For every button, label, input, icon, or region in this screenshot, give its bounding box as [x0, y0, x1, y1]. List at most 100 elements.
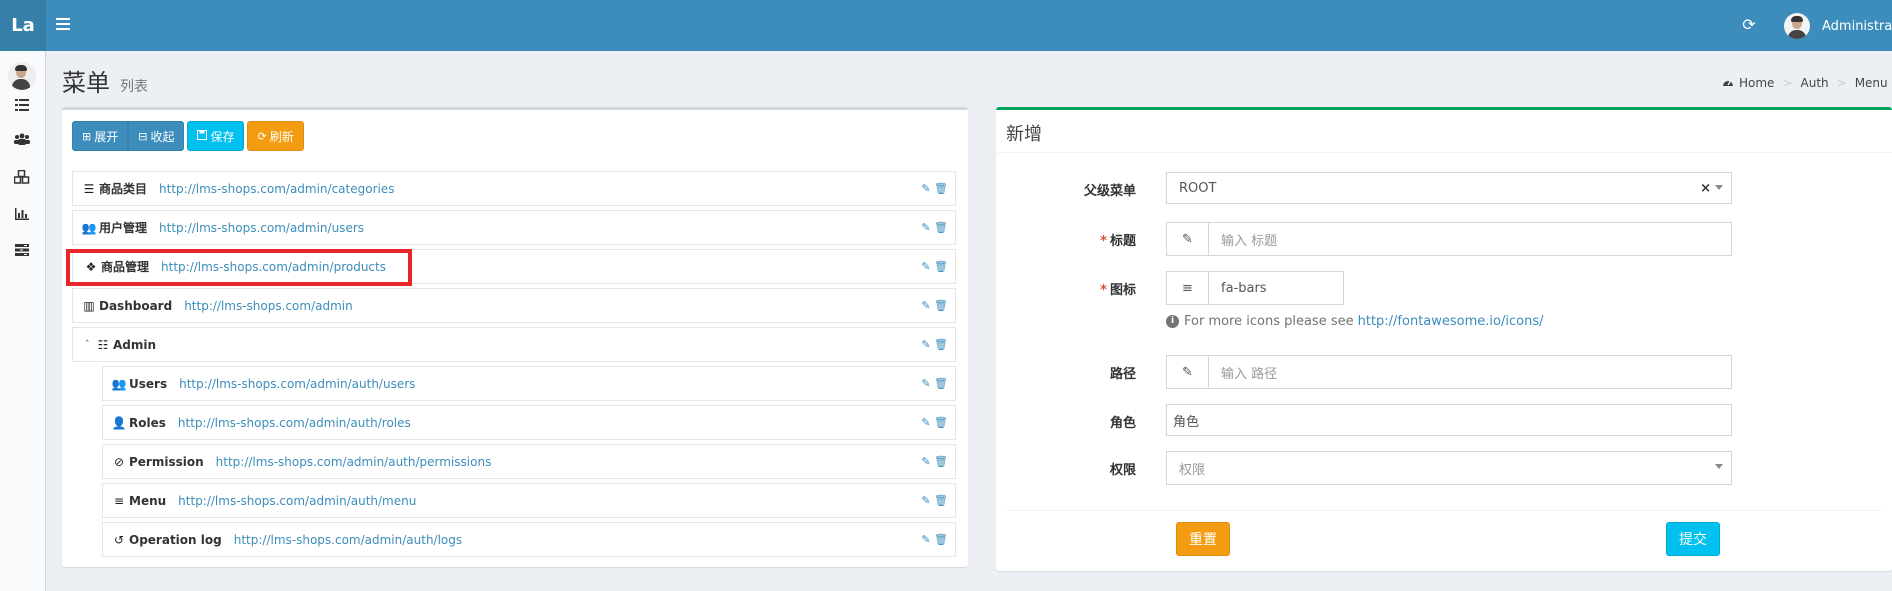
trash-icon[interactable]: 🗑 — [934, 455, 948, 468]
edit-icon[interactable]: ✎ — [920, 377, 932, 390]
reset-button[interactable]: 重置 — [1176, 522, 1230, 556]
tree-item-users[interactable]: 👥 用户管理 http://lms-shops.com/admin/users … — [72, 210, 956, 245]
edit-icon[interactable]: ✎ — [920, 455, 932, 468]
trash-icon[interactable]: 🗑 — [934, 416, 948, 429]
edit-icon[interactable]: ✎ — [920, 260, 932, 273]
tree-item-actions: ✎ 🗑 — [917, 377, 948, 390]
parent-menu-select[interactable]: ROOT × — [1166, 172, 1732, 204]
edit-icon[interactable]: ✎ — [920, 182, 932, 195]
tree-item-actions: ✎ 🗑 — [917, 416, 948, 429]
refresh-icon: ⟳ — [257, 129, 267, 143]
bar-chart-icon: ▥ — [83, 298, 95, 313]
users-icon[interactable] — [12, 131, 32, 147]
user-name: Administrator — [1822, 18, 1892, 34]
user-menu[interactable]: Administrator — [1784, 13, 1892, 39]
tree-item-actions: ✎ 🗑 — [917, 260, 948, 273]
trash-icon[interactable]: 🗑 — [934, 377, 948, 390]
collapse-button[interactable]: ⊟ 收起 — [128, 121, 185, 151]
role-select[interactable]: 角色 — [1166, 404, 1732, 436]
sidebar-avatar — [8, 62, 36, 90]
edit-icon[interactable]: ✎ — [920, 416, 932, 429]
menu-list-icon[interactable] — [12, 97, 32, 113]
parent-menu-label: 父级菜单 — [1083, 184, 1136, 199]
tree-item-auth-menu[interactable]: ≡ Menu http://lms-shops.com/admin/auth/m… — [102, 483, 956, 518]
tree-item-url[interactable]: http://lms-shops.com/admin/users — [159, 221, 364, 235]
bar-chart-icon[interactable] — [12, 206, 32, 222]
tree-item-auth-permissions[interactable]: ⊘ Permission http://lms-shops.com/admin/… — [102, 444, 956, 479]
user-icon: 👤 — [111, 415, 127, 430]
breadcrumb-menu: Menu — [1854, 76, 1888, 90]
edit-icon[interactable]: ✎ — [920, 338, 932, 351]
icon-help: i For more icons please see http://fonta… — [1166, 314, 1543, 329]
title-label: * 标题 — [1100, 234, 1136, 249]
tree-item-url[interactable]: http://lms-shops.com/admin — [184, 299, 353, 313]
submit-button[interactable]: 提交 — [1666, 522, 1720, 556]
breadcrumb-separator: > — [1836, 76, 1847, 90]
trash-icon[interactable]: 🗑 — [934, 260, 948, 273]
trash-icon[interactable]: 🗑 — [934, 221, 948, 234]
logo[interactable]: La — [0, 0, 46, 51]
collapse-caret-icon[interactable]: ˆ — [85, 340, 90, 350]
permission-label: 权限 — [1109, 463, 1136, 478]
path-input[interactable]: ✎ 输入 路径 — [1166, 355, 1732, 389]
tree-item-url[interactable]: http://lms-shops.com/admin/auth/logs — [234, 533, 462, 547]
trash-icon[interactable]: 🗑 — [934, 299, 948, 312]
tree-item-url[interactable]: http://lms-shops.com/admin/auth/users — [179, 377, 415, 391]
edit-icon[interactable]: ✎ — [920, 533, 932, 546]
tree-item-categories[interactable]: ☰ 商品类目 http://lms-shops.com/admin/catego… — [72, 171, 956, 206]
divider — [1006, 510, 1882, 511]
tree-item-url[interactable]: http://lms-shops.com/admin/auth/roles — [178, 416, 411, 430]
tree-item-url[interactable]: http://lms-shops.com/admin/products — [161, 260, 386, 274]
tree-item-dashboard[interactable]: ▥ Dashboard http://lms-shops.com/admin ✎… — [72, 288, 956, 323]
history-icon: ↺ — [113, 532, 125, 547]
trash-icon[interactable]: 🗑 — [934, 494, 948, 507]
pencil-icon: ✎ — [1167, 356, 1209, 388]
cubes-icon[interactable] — [12, 169, 32, 185]
tasks-icon[interactable] — [12, 242, 32, 258]
chevron-down-icon[interactable] — [1715, 185, 1723, 190]
save-button[interactable]: 保存 — [187, 121, 245, 151]
tree-item-actions: ✎ 🗑 — [917, 494, 948, 507]
tree-item-url[interactable]: http://lms-shops.com/admin/auth/menu — [178, 494, 416, 508]
clear-icon[interactable]: × — [1700, 181, 1711, 196]
tree-item-auth-logs[interactable]: ↺ Operation log http://lms-shops.com/adm… — [102, 522, 956, 557]
edit-icon[interactable]: ✎ — [920, 299, 932, 312]
tree-item-auth-users[interactable]: 👥 Users http://lms-shops.com/admin/auth/… — [102, 366, 956, 401]
icon-label: * 图标 — [1100, 283, 1136, 298]
tree-item-auth-roles[interactable]: 👤 Roles http://lms-shops.com/admin/auth/… — [102, 405, 956, 440]
breadcrumb-auth[interactable]: Auth — [1801, 76, 1829, 90]
sidebar-toggle-icon[interactable] — [56, 18, 70, 32]
trash-icon[interactable]: 🗑 — [934, 533, 948, 546]
title-input[interactable]: ✎ 输入 标题 — [1166, 222, 1732, 256]
chevron-down-icon[interactable] — [1715, 464, 1723, 469]
tree-item-actions: ✎ 🗑 — [917, 338, 948, 351]
edit-icon[interactable]: ✎ — [920, 221, 932, 234]
refresh-icon[interactable]: ⟳ — [1740, 16, 1758, 34]
minus-square-icon: ⊟ — [138, 129, 148, 143]
tree-item-admin[interactable]: ˆ ☷ Admin ✎ 🗑 — [72, 327, 956, 362]
tasks-icon: ☷ — [97, 337, 109, 352]
permission-select[interactable]: 权限 — [1166, 451, 1732, 485]
trash-icon[interactable]: 🗑 — [934, 182, 948, 195]
expand-button[interactable]: ⊞ 展开 — [72, 121, 129, 151]
trash-icon[interactable]: 🗑 — [934, 338, 948, 351]
breadcrumb-separator: > — [1782, 76, 1793, 90]
tree-item-products[interactable]: ❖ 商品管理 http://lms-shops.com/admin/produc… — [72, 249, 956, 284]
tree-item-url[interactable]: http://lms-shops.com/admin/categories — [159, 182, 394, 196]
edit-icon[interactable]: ✎ — [920, 494, 932, 507]
list-icon: ☰ — [83, 181, 95, 196]
dashboard-icon — [1722, 77, 1734, 90]
breadcrumb-home[interactable]: Home — [1739, 76, 1774, 90]
fontawesome-link[interactable]: http://fontawesome.io/icons/ — [1358, 314, 1544, 329]
content-header: 菜单 列表 — [62, 63, 148, 98]
ban-icon: ⊘ — [113, 454, 125, 469]
pencil-icon: ✎ — [1167, 223, 1209, 255]
sidebar — [0, 51, 46, 591]
box-title: 新增 — [1006, 124, 1042, 145]
info-icon: i — [1166, 315, 1179, 328]
tree-item-actions: ✎ 🗑 — [917, 182, 948, 195]
tree-item-url[interactable]: http://lms-shops.com/admin/auth/permissi… — [216, 455, 492, 469]
icon-input[interactable]: ≡ fa-bars — [1166, 271, 1344, 305]
breadcrumb: Home > Auth > Menu — [1722, 76, 1888, 90]
refresh-button[interactable]: ⟳ 刷新 — [247, 121, 304, 151]
